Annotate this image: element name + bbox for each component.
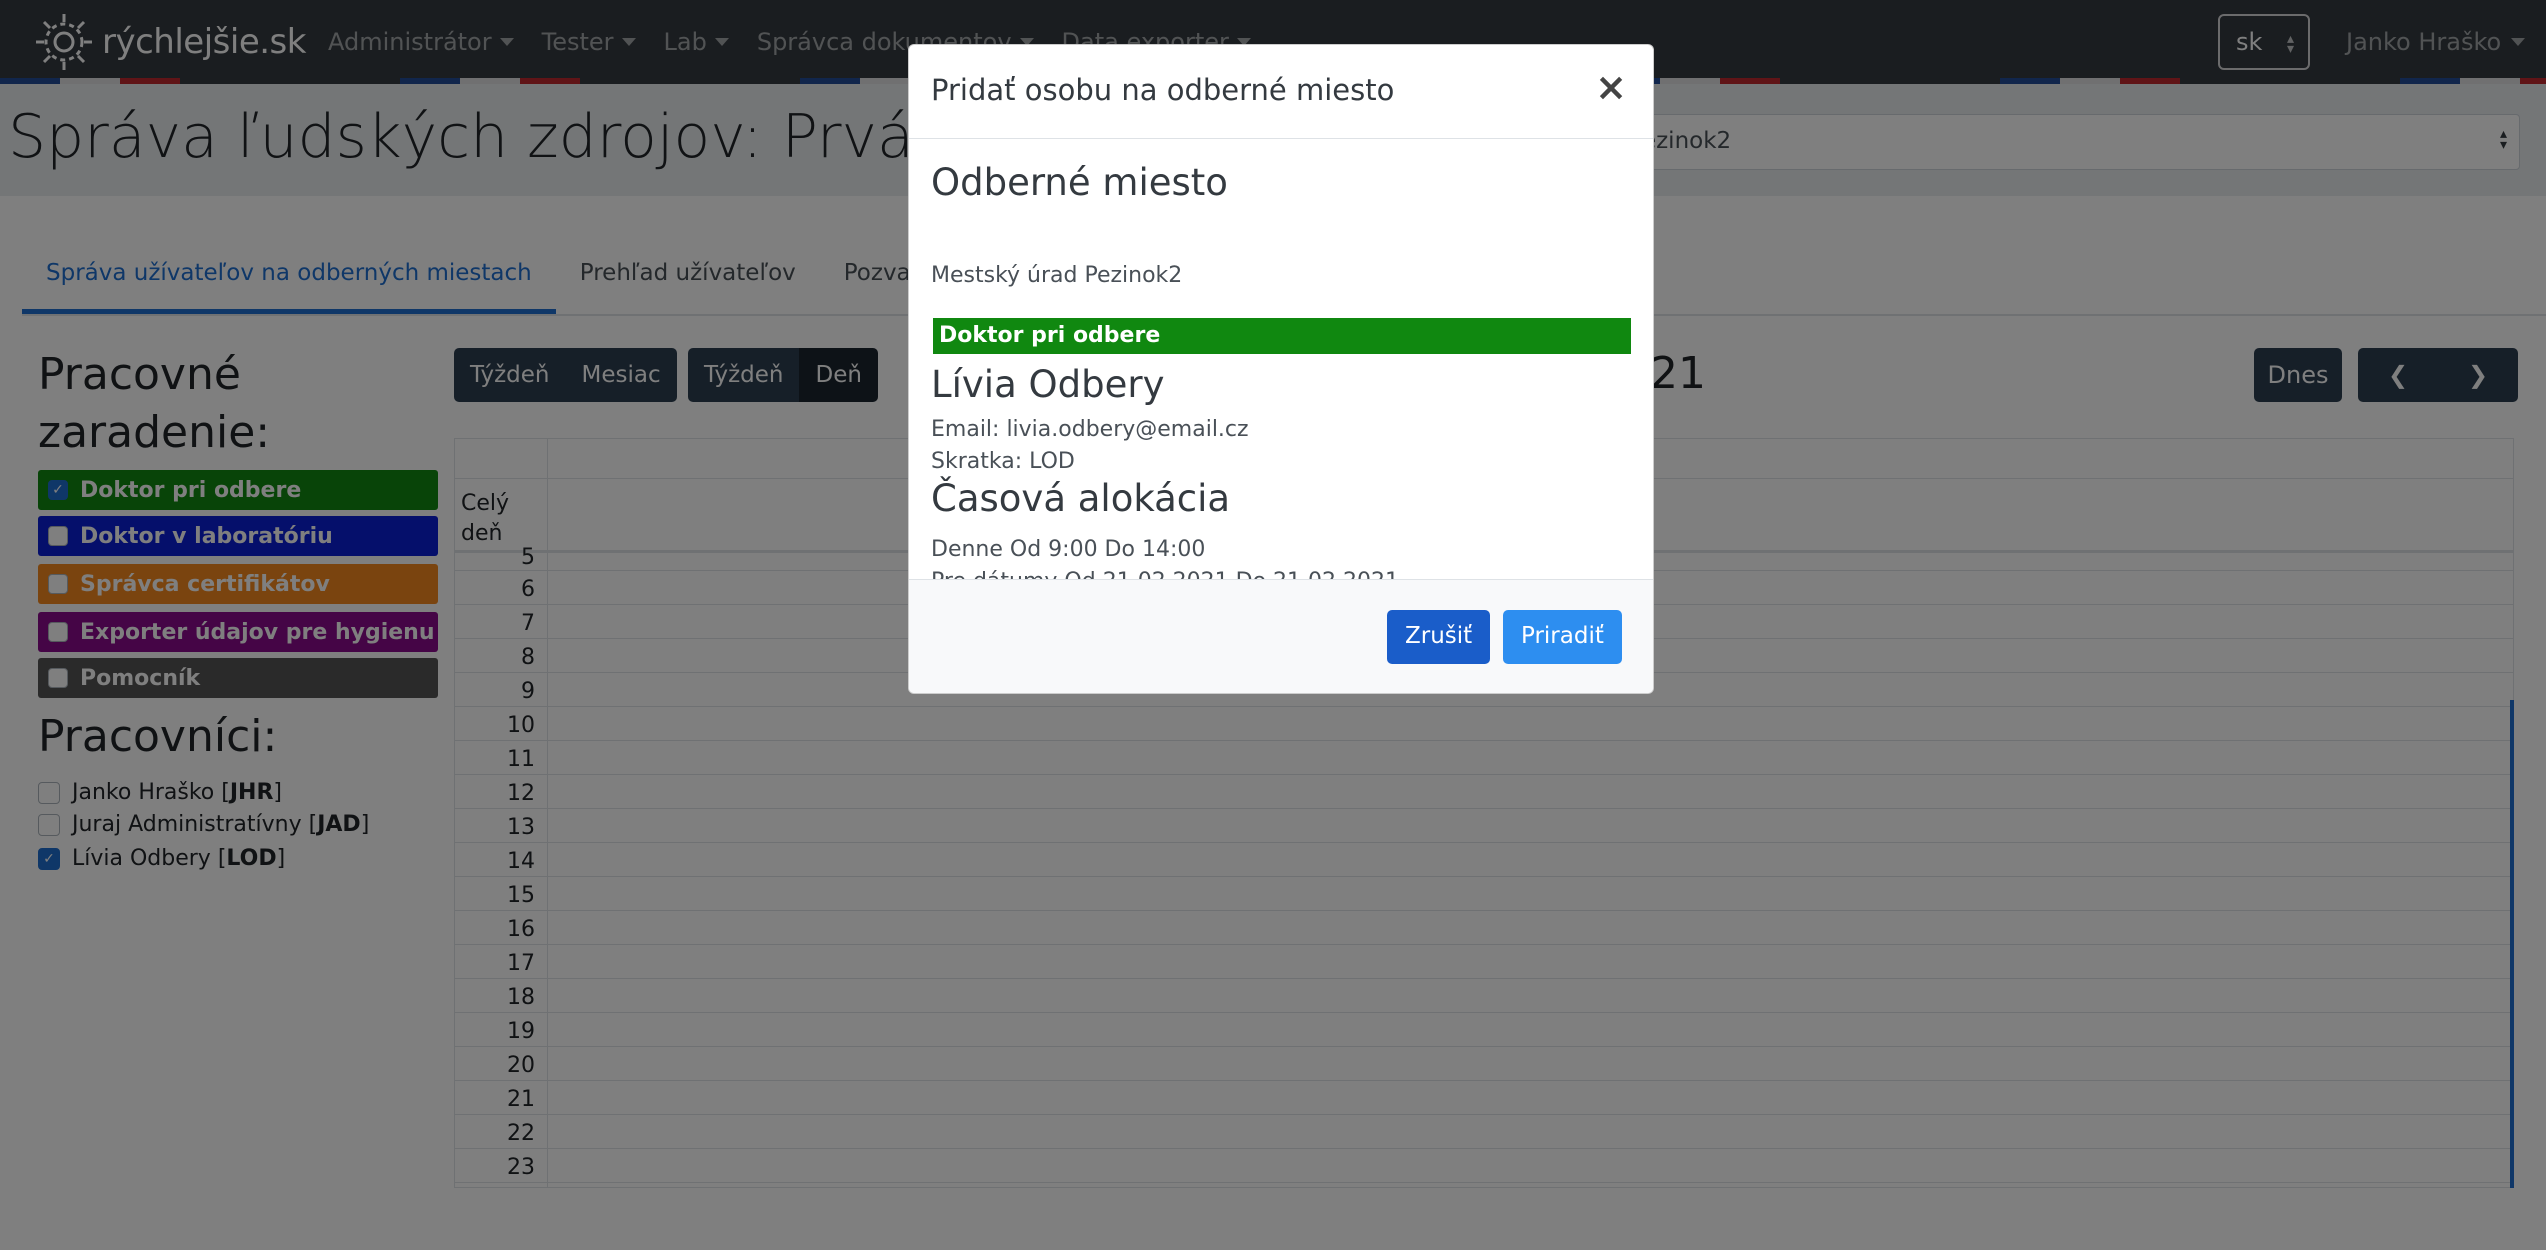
assign-button[interactable]: Priradiť [1503,610,1622,664]
daily-hours: Denne Od 9:00 Do 14:00 [931,537,1206,562]
modal-footer: Zrušiť Priradiť [909,579,1653,693]
person-email: Email: livia.odbery@email.cz [931,417,1249,442]
modal-title: Pridať osobu na odberné miesto [931,73,1395,107]
modal-header: Pridať osobu na odberné miesto × [909,45,1653,139]
close-icon[interactable]: × [1595,67,1627,107]
add-person-modal: Pridať osobu na odberné miesto × Odberné… [908,44,1654,694]
collection-point-name: Mestský úrad Pezinok2 [931,263,1183,288]
person-abbreviation: Skratka: LOD [931,449,1075,474]
person-name: Lívia Odbery [931,363,1165,406]
cancel-button[interactable]: Zrušiť [1387,610,1491,664]
collection-point-heading: Odberné miesto [931,161,1228,204]
time-allocation-heading: Časová alokácia [931,477,1231,520]
role-badge: Doktor pri odbere [933,318,1631,354]
